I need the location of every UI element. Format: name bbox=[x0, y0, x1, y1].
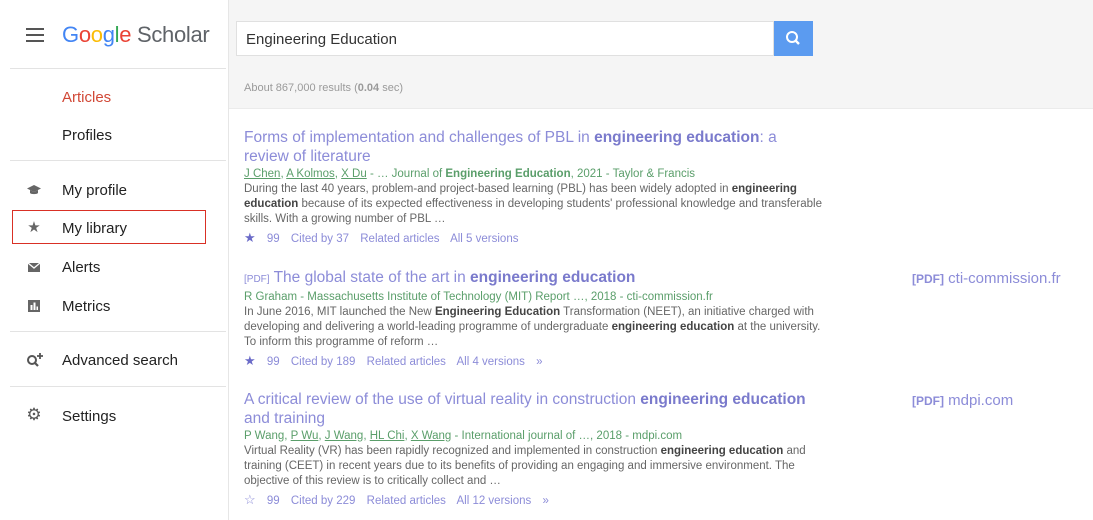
result-item: Forms of implementation and challenges o… bbox=[244, 128, 824, 246]
result-snippet: Virtual Reality (VR) has been rapidly re… bbox=[244, 445, 806, 487]
nav-settings[interactable]: Settings bbox=[62, 408, 116, 425]
nav-metrics[interactable]: Metrics bbox=[62, 298, 110, 315]
related-articles-link[interactable]: Related articles bbox=[360, 233, 439, 245]
save-star-icon[interactable]: ★ bbox=[244, 230, 256, 245]
mail-icon bbox=[27, 262, 41, 272]
related-articles-link[interactable]: Related articles bbox=[367, 356, 446, 368]
related-articles-link[interactable]: Related articles bbox=[367, 495, 446, 507]
result-actions: ★ 99 Cited by 37 Related articles All 5 … bbox=[244, 230, 824, 246]
logo-scholar-text: Scholar bbox=[136, 22, 210, 47]
search-icon bbox=[786, 31, 800, 45]
author-link[interactable]: X Du bbox=[341, 168, 367, 180]
author-link[interactable]: J Wang bbox=[325, 430, 364, 442]
author-link[interactable]: J Chen bbox=[244, 168, 280, 180]
result-title-link[interactable]: A critical review of the use of virtual … bbox=[244, 390, 824, 428]
cite-icon[interactable]: 99 bbox=[267, 233, 280, 245]
nav-my-profile[interactable]: My profile bbox=[62, 182, 127, 199]
gear-icon: ⚙ bbox=[26, 405, 42, 424]
nav-alerts[interactable]: Alerts bbox=[62, 259, 100, 276]
nav-articles[interactable]: Articles bbox=[62, 89, 111, 106]
divider bbox=[10, 68, 226, 69]
versions-link[interactable]: All 5 versions bbox=[450, 233, 518, 245]
cite-icon[interactable]: 99 bbox=[267, 495, 280, 507]
cite-icon[interactable]: 99 bbox=[267, 356, 280, 368]
graduation-cap-icon bbox=[27, 185, 41, 195]
save-star-outline-icon[interactable]: ☆ bbox=[244, 492, 256, 507]
sidebar: Google Scholar Articles Profiles My prof… bbox=[0, 0, 229, 520]
pdf-side-link[interactable]: [PDF] mdpi.com bbox=[912, 392, 1013, 409]
result-actions: ☆ 99 Cited by 229 Related articles All 1… bbox=[244, 492, 824, 508]
result-meta: P Wang, P Wu, J Wang, HL Chi, X Wang - I… bbox=[244, 430, 683, 442]
result-meta: R Graham - Massachusetts Institute of Te… bbox=[244, 291, 713, 303]
google-scholar-logo[interactable]: Google Scholar bbox=[62, 22, 210, 48]
star-icon: ★ bbox=[27, 219, 41, 236]
metrics-icon bbox=[28, 300, 40, 312]
search-input[interactable]: Engineering Education bbox=[236, 21, 774, 56]
versions-link[interactable]: All 12 versions bbox=[456, 495, 531, 507]
cited-by-link[interactable]: Cited by 189 bbox=[291, 356, 356, 368]
author-link[interactable]: X Wang bbox=[411, 430, 451, 442]
result-snippet: During the last 40 years, problem-and pr… bbox=[244, 183, 822, 225]
pdf-side-link[interactable]: [PDF] cti-commission.fr bbox=[912, 270, 1061, 287]
author-link[interactable]: HL Chi bbox=[370, 430, 405, 442]
more-icon[interactable]: » bbox=[542, 495, 548, 507]
result-item: [PDF] The global state of the art in eng… bbox=[244, 268, 824, 369]
divider bbox=[10, 160, 226, 161]
result-title-link[interactable]: [PDF] The global state of the art in eng… bbox=[244, 268, 824, 289]
pdf-tag: [PDF] bbox=[244, 274, 270, 285]
nav-profiles[interactable]: Profiles bbox=[62, 127, 112, 144]
divider bbox=[10, 386, 226, 387]
nav-advanced-search[interactable]: Advanced search bbox=[62, 352, 178, 369]
author-link[interactable]: A Kolmos bbox=[286, 168, 335, 180]
result-meta: J Chen, A Kolmos, X Du - … Journal of En… bbox=[244, 168, 696, 180]
nav-my-library[interactable]: My library bbox=[62, 220, 127, 237]
result-actions: ★ 99 Cited by 189 Related articles All 4… bbox=[244, 353, 824, 369]
results-stats: About 867,000 results (0.04 sec) bbox=[244, 82, 404, 94]
divider bbox=[10, 331, 226, 332]
save-star-icon[interactable]: ★ bbox=[244, 353, 256, 368]
author-link[interactable]: P Wu bbox=[291, 430, 319, 442]
advanced-search-icon bbox=[27, 353, 43, 367]
result-title-link[interactable]: Forms of implementation and challenges o… bbox=[244, 128, 824, 166]
cited-by-link[interactable]: Cited by 229 bbox=[291, 495, 356, 507]
menu-icon[interactable] bbox=[26, 28, 44, 42]
versions-link[interactable]: All 4 versions bbox=[456, 356, 524, 368]
result-snippet: In June 2016, MIT launched the New Engin… bbox=[244, 306, 821, 348]
search-button[interactable] bbox=[774, 21, 813, 56]
cited-by-link[interactable]: Cited by 37 bbox=[291, 233, 349, 245]
more-icon[interactable]: » bbox=[536, 356, 542, 368]
result-item: A critical review of the use of virtual … bbox=[244, 390, 824, 508]
